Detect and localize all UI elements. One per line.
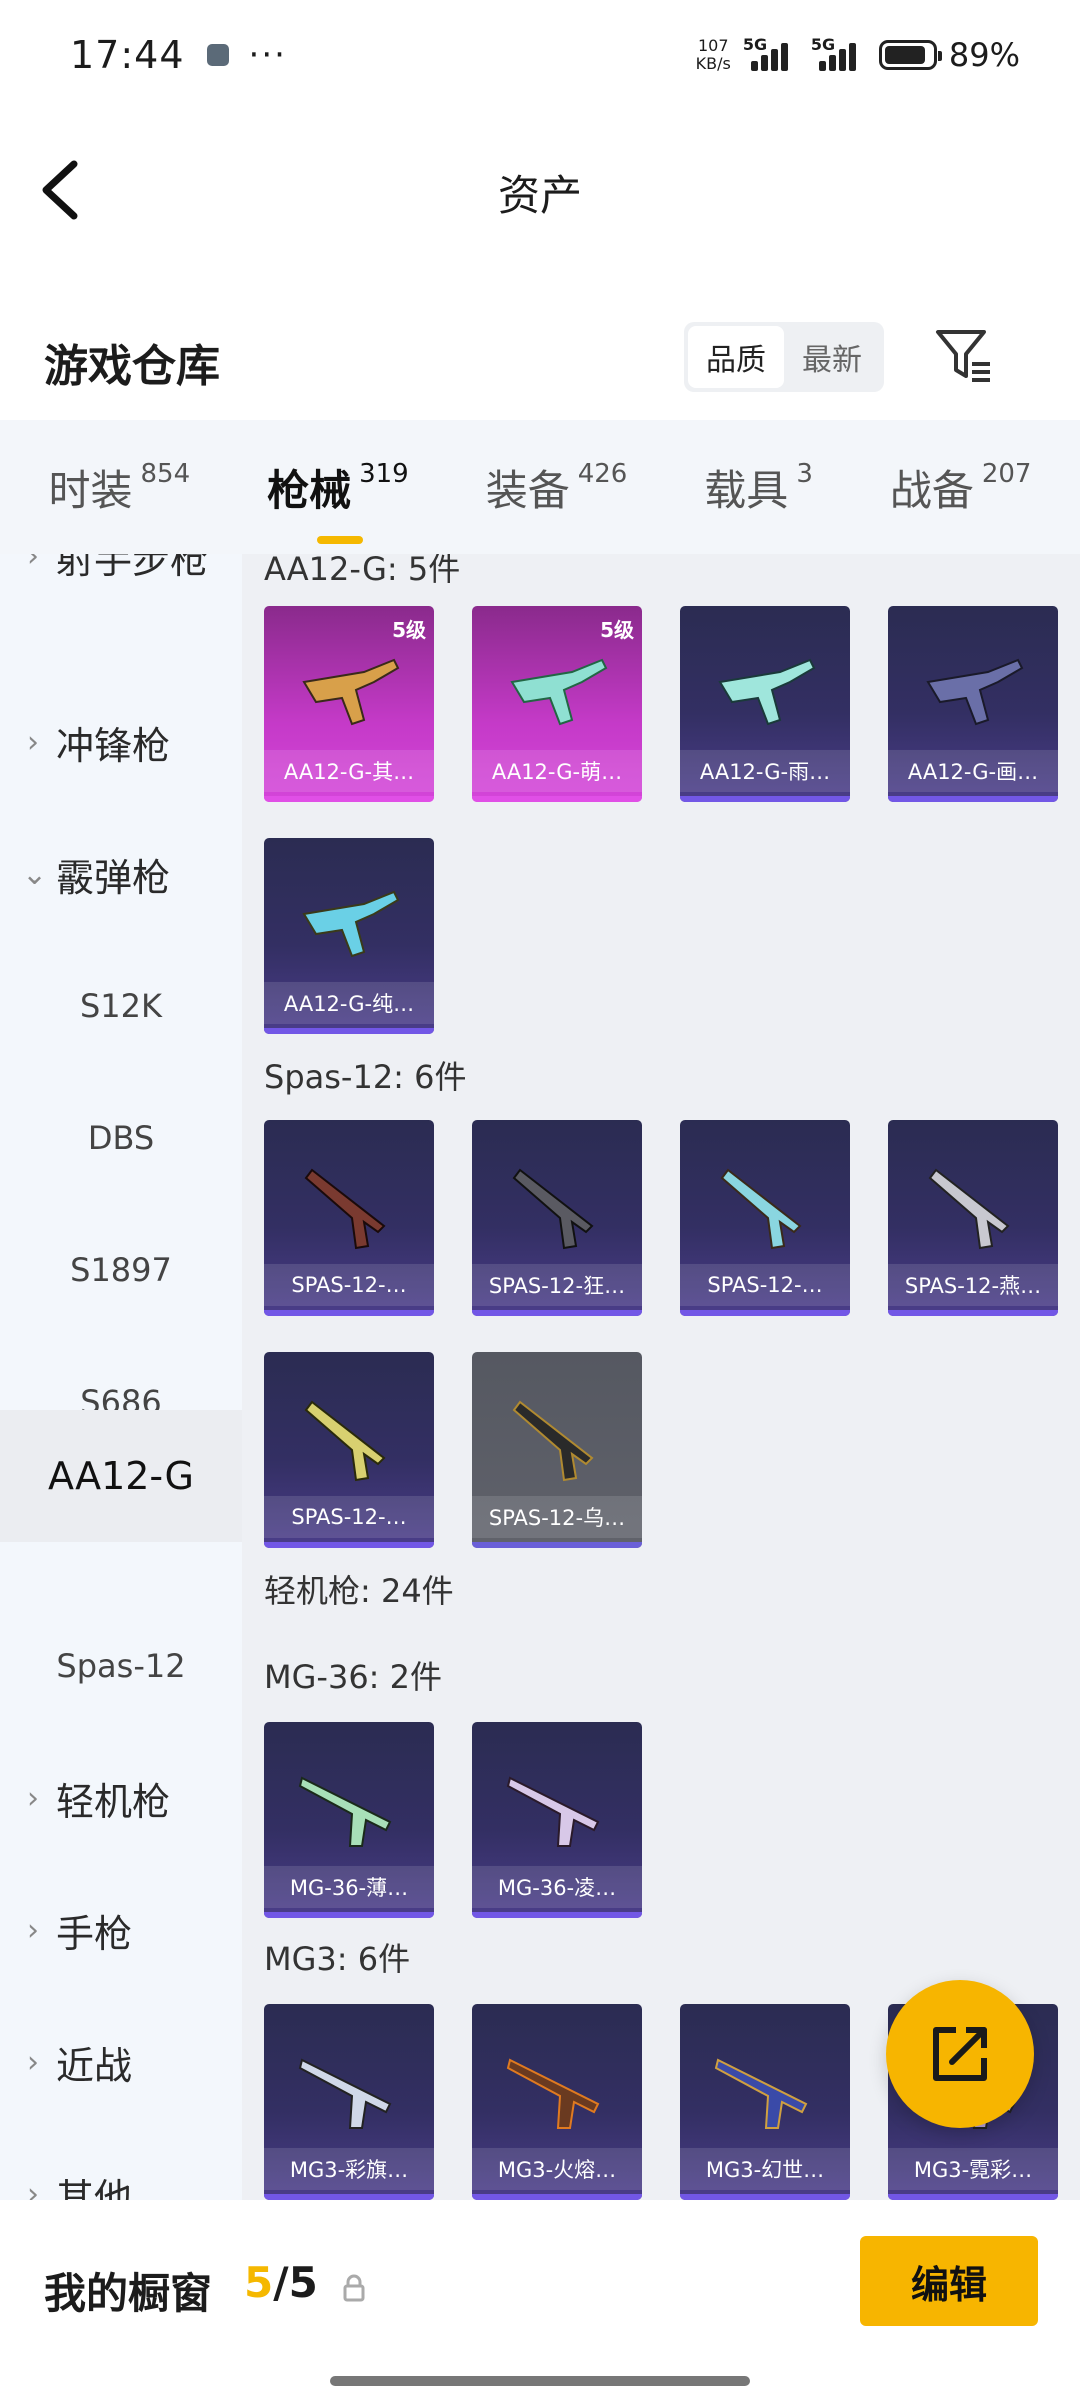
sidebar-item-aa12g[interactable]: AA12-G	[0, 1410, 242, 1542]
item-card[interactable]: SPAS-12-…	[264, 1120, 434, 1316]
sort-quality-button[interactable]: 品质	[688, 326, 784, 388]
showcase-label: 我的橱窗	[44, 2269, 213, 2318]
section-title-mg3: MG3: 6件	[264, 1940, 411, 1978]
sort-latest-button[interactable]: 最新	[784, 326, 880, 388]
network-speed: 107 KB/s	[695, 36, 731, 73]
battery-icon	[878, 40, 942, 70]
showcase-count: 5/5	[244, 2258, 318, 2307]
item-card[interactable]: SPAS-12-乌…	[472, 1352, 642, 1548]
sort-toggle: 品质 最新	[684, 322, 884, 392]
filter-icon[interactable]	[932, 324, 994, 388]
sidebar-item-smg[interactable]: › 冲锋枪	[0, 682, 242, 802]
weapon-icon	[304, 1168, 386, 1250]
status-time: 17:44	[70, 33, 185, 77]
level-badge: 5级	[392, 618, 426, 642]
weapon-sidebar: › 射手步枪 › 冲锋枪 ⌄ 霰弹枪 S12K DBS S1897 S686 AA12…	[0, 554, 242, 2200]
sidebar-item-marksman[interactable]: › 射手步枪	[0, 554, 242, 616]
weapon-icon	[512, 1400, 594, 1482]
weapon-icon	[304, 1400, 386, 1482]
item-card[interactable]: AA12-G-纯…	[264, 838, 434, 1034]
weapon-icon	[928, 1168, 1010, 1250]
tab-supplies[interactable]: 战备 207	[890, 457, 1032, 518]
weapon-icon	[718, 658, 816, 726]
weapon-icon	[720, 1168, 802, 1250]
tab-firearms[interactable]: 枪械 319	[267, 457, 409, 544]
item-card[interactable]: SPAS-12-…	[680, 1120, 850, 1316]
sidebar-item-pistol[interactable]: › 手枪	[0, 1870, 242, 1990]
item-card[interactable]: AA12-G-雨…	[680, 606, 850, 802]
weapon-icon	[302, 890, 400, 958]
item-card[interactable]: 5级 AA12-G-其…	[264, 606, 434, 802]
share-icon	[933, 2027, 987, 2081]
level-badge: 5级	[600, 618, 634, 642]
warehouse-title: 游戏仓库	[44, 341, 220, 392]
item-card[interactable]: MG3-火熔…	[472, 2004, 642, 2200]
app-notification-icon	[206, 44, 229, 66]
battery-percent: 89%	[948, 36, 1020, 74]
sidebar-item-lmg[interactable]: › 轻机枪	[0, 1738, 242, 1858]
weapon-icon	[510, 658, 608, 726]
sidebar-item-shotgun[interactable]: ⌄ 霰弹枪	[0, 814, 242, 934]
weapon-icon	[298, 1776, 392, 1847]
app-header: 资产	[0, 110, 1080, 270]
edit-button[interactable]: 编辑	[860, 2236, 1038, 2326]
section-title-mg36: MG-36: 2件	[264, 1658, 442, 1696]
signal-icon: 5G	[811, 35, 867, 75]
lock-icon	[343, 2274, 365, 2302]
signal-icon: 5G	[743, 35, 799, 75]
item-card[interactable]: AA12-G-画…	[888, 606, 1058, 802]
weapon-icon	[506, 1776, 600, 1847]
section-title-spas12: Spas-12: 6件	[264, 1058, 467, 1096]
tab-fashion[interactable]: 时装 854	[48, 457, 190, 518]
chevron-right-icon: ›	[27, 1912, 39, 1948]
section-title-lmg: 轻机枪: 24件	[264, 1572, 454, 1610]
sidebar-item-dbs[interactable]: DBS	[0, 1078, 242, 1198]
weapon-icon	[298, 2058, 392, 2129]
weapon-icon	[302, 658, 400, 726]
weapon-icon	[926, 658, 1024, 726]
tab-vehicles[interactable]: 载具 3	[704, 457, 813, 518]
item-card[interactable]: MG-36-薄…	[264, 1722, 434, 1918]
weapon-icon	[506, 2058, 600, 2129]
sidebar-item-s1897[interactable]: S1897	[0, 1210, 242, 1330]
category-tabs: 时装 854 枪械 319 装备 426 载具 3 战备 207	[0, 420, 1080, 554]
weapon-icon	[714, 2058, 808, 2129]
share-button[interactable]	[886, 1980, 1034, 2128]
status-bar: 17:44 ··· 107 KB/s 5G 5G 89%	[0, 0, 1080, 110]
page-title: 资产	[497, 171, 582, 220]
showcase-bar: 我的橱窗 5/5 编辑	[0, 2200, 1080, 2400]
sidebar-item-melee[interactable]: › 近战	[0, 2002, 242, 2122]
sidebar-item-s12k[interactable]: S12K	[0, 946, 242, 1066]
item-card[interactable]: SPAS-12-狂…	[472, 1120, 642, 1316]
warehouse-row: 游戏仓库 品质 最新	[0, 310, 1080, 420]
sidebar-item-other[interactable]: › 其他	[0, 2134, 242, 2201]
weapon-icon	[512, 1168, 594, 1250]
chevron-right-icon: ›	[27, 2176, 39, 2201]
section-title-aa12g: AA12-G: 5件	[264, 554, 461, 588]
chevron-right-icon: ›	[27, 2044, 39, 2080]
tab-equipment[interactable]: 装备 426	[486, 457, 628, 518]
item-card[interactable]: MG-36-凌…	[472, 1722, 642, 1918]
weapon-grid: AA12-G: 5件 5级 AA12-G-其… 5级 AA12-G-萌… AA1…	[242, 554, 1080, 2200]
home-indicator[interactable]	[330, 2376, 750, 2386]
chevron-right-icon: ›	[27, 1780, 39, 1816]
item-card[interactable]: SPAS-12-…	[264, 1352, 434, 1548]
more-notifications-icon: ···	[248, 35, 287, 75]
item-card[interactable]: 5级 AA12-G-萌…	[472, 606, 642, 802]
chevron-down-icon: ⌄	[22, 856, 48, 892]
sidebar-item-spas12[interactable]: Spas-12	[0, 1606, 242, 1726]
item-card[interactable]: SPAS-12-燕…	[888, 1120, 1058, 1316]
chevron-right-icon: ›	[27, 554, 39, 574]
item-card[interactable]: MG3-幻世…	[680, 2004, 850, 2200]
item-card[interactable]: MG3-彩旗…	[264, 2004, 434, 2200]
chevron-right-icon: ›	[27, 724, 39, 760]
